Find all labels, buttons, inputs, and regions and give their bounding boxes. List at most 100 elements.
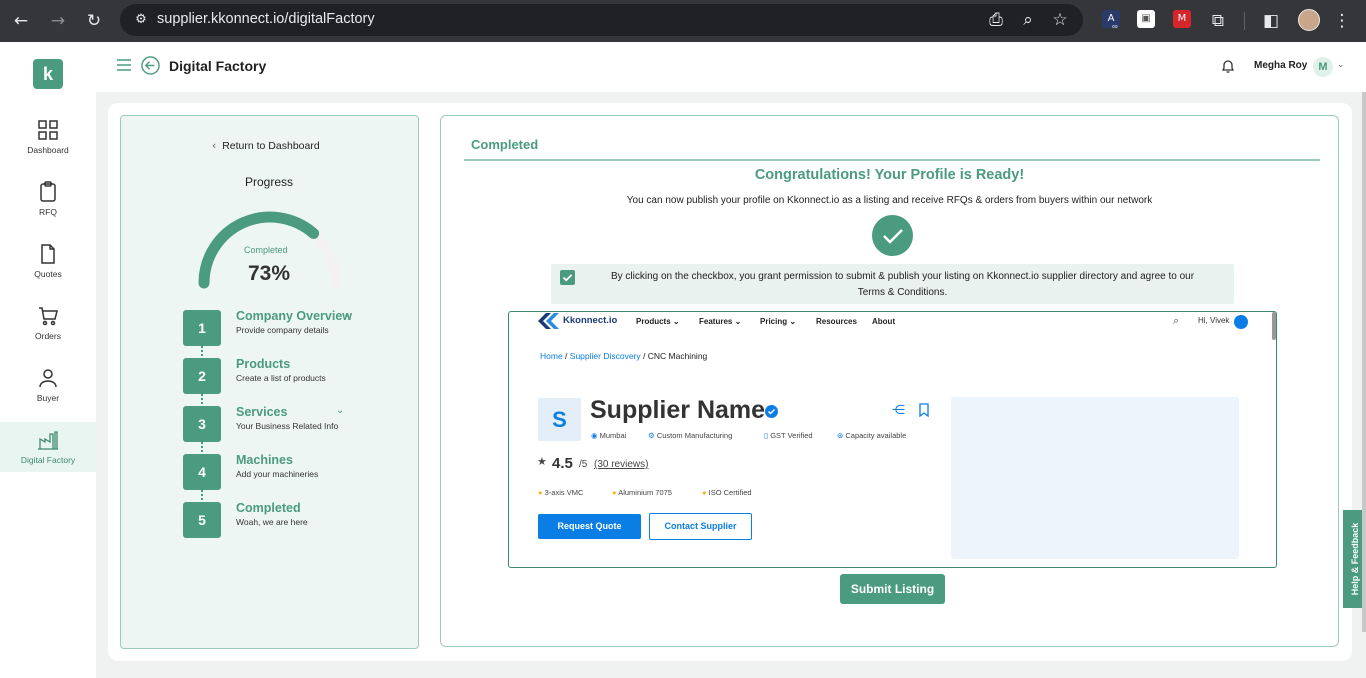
page-scrollbar[interactable] (1362, 92, 1366, 632)
sidebar-item-quotes[interactable]: Quotes (0, 242, 96, 292)
meta-text: Capacity available (845, 431, 907, 440)
step-title-company-overview[interactable]: Company Overview (236, 309, 352, 323)
address-bar[interactable]: ⚙ supplier.kkonnect.io/digitalFactory ⎙ … (120, 4, 1083, 36)
sidebar-item-label: Quotes (34, 269, 62, 279)
meta-text: Custom Manufacturing (656, 431, 733, 440)
preview-nav-products[interactable]: Products ⌄ (636, 317, 680, 326)
meta-manufacturing: ⚙ Custom Manufacturing (648, 431, 732, 440)
sidebar-item-buyer[interactable]: Buyer (0, 366, 96, 416)
breadcrumb-separator: / (562, 351, 570, 361)
preview-brand[interactable]: Kkonnect.io (563, 315, 617, 326)
forward-icon[interactable]: → (46, 9, 70, 33)
extension-badge: ∞ (1112, 22, 1118, 31)
reload-icon[interactable]: ↻ (82, 9, 106, 33)
congrats-description: You can now publish your profile on Kkon… (626, 195, 1153, 206)
gauge-label: Completed (244, 245, 288, 255)
step-subtitle: Provide company details (236, 325, 329, 335)
step-connector (201, 442, 203, 452)
profile-avatar[interactable] (1298, 9, 1320, 31)
page-title: Digital Factory (169, 58, 267, 74)
back-circle-icon[interactable] (141, 56, 160, 75)
sidebar-item-digital-factory[interactable]: Digital Factory (0, 422, 96, 472)
grid-icon (38, 120, 58, 140)
extension-puzzle-b-icon[interactable]: ▣ (1137, 10, 1155, 28)
sidebar-item-label: Digital Factory (20, 455, 76, 465)
capability-tag: ● Aluminium 7075 (612, 488, 672, 497)
chevron-down-icon[interactable]: ⌄ (343, 309, 351, 320)
step-title-machines[interactable]: Machines (236, 453, 293, 467)
terms-link[interactable]: Terms & Conditions. (575, 285, 1230, 301)
extensions-icon[interactable]: ⧉ (1206, 9, 1230, 33)
dot-icon: ● (702, 488, 709, 497)
capability-tag: ● 3-axis VMC (538, 488, 583, 497)
install-icon[interactable]: ⎙ (984, 8, 1008, 32)
preview-nav-resources[interactable]: Resources (816, 317, 857, 326)
browser-toolbar: ← → ↻ ⚙ supplier.kkonnect.io/digitalFact… (0, 0, 1366, 42)
user-name[interactable]: Megha Roy (1254, 60, 1307, 71)
request-quote-button[interactable]: Request Quote (538, 514, 641, 539)
preview-nav-pricing[interactable]: Pricing ⌄ (760, 317, 796, 326)
congrats-heading: Congratulations! Your Profile is Ready! (754, 167, 1025, 183)
gauge-percent: 73% (248, 262, 291, 285)
tag-text: 3-axis VMC (544, 488, 584, 497)
success-check-icon (872, 215, 913, 256)
step-title-products[interactable]: Products (236, 357, 290, 371)
supplier-avatar: S (538, 398, 581, 441)
hamburger-menu-icon[interactable] (116, 57, 132, 73)
contact-supplier-button[interactable]: Contact Supplier (649, 513, 752, 540)
sidebar-item-dashboard[interactable]: Dashboard (0, 118, 96, 168)
return-to-dashboard-link[interactable]: ‹ Return to Dashboard (212, 140, 320, 152)
step-title-completed[interactable]: Completed (236, 501, 301, 515)
step-number[interactable]: 2 (183, 358, 221, 394)
step-number[interactable]: 5 (183, 502, 221, 538)
submit-listing-button[interactable]: Submit Listing (840, 574, 945, 604)
preview-greeting: Hi, Vivek (1198, 316, 1230, 325)
breadcrumb-supplier-discovery[interactable]: Supplier Discovery (570, 351, 641, 361)
chevron-down-icon[interactable]: ⌄ (1337, 60, 1345, 70)
step-subtitle: Create a list of products (236, 373, 326, 383)
bookmark-icon[interactable] (918, 403, 930, 418)
consent-checkbox[interactable] (560, 270, 575, 285)
supplier-name: Supplier Name (590, 396, 766, 424)
nav-label: Pricing (760, 317, 788, 326)
breadcrumb-separator: / (640, 351, 648, 361)
star-icon: ★ (537, 456, 547, 468)
step-subtitle: Woah, we are here (236, 517, 308, 527)
step-number[interactable]: 4 (183, 454, 221, 490)
sidebar-item-label: Orders (35, 331, 61, 341)
breadcrumb-home[interactable]: Home (540, 351, 563, 361)
chevron-down-icon[interactable]: ⌄ (336, 405, 344, 416)
sidebar-item-orders[interactable]: Orders (0, 304, 96, 354)
help-feedback-label: Help & Feedback (1349, 522, 1360, 596)
chevron-left-icon: ‹ (212, 140, 217, 152)
step-connector (201, 346, 203, 356)
step-title-services[interactable]: Services (236, 405, 287, 419)
meta-text: GST Verified (770, 431, 813, 440)
step-number[interactable]: 3 (183, 406, 221, 442)
share-icon[interactable]: ⋲ (892, 403, 905, 418)
section-tab-label: Completed (471, 137, 539, 152)
section-divider (464, 159, 1320, 161)
bookmark-star-icon[interactable]: ☆ (1048, 8, 1072, 32)
preview-nav-features[interactable]: Features ⌄ (699, 317, 741, 326)
preview-nav-about[interactable]: About (872, 317, 895, 326)
preview-search-icon[interactable]: ⌕ (1173, 314, 1179, 328)
reviews-link[interactable]: (30 reviews) (594, 459, 648, 470)
site-info-icon[interactable]: ⚙ (130, 9, 152, 31)
nav-label: Products (636, 317, 671, 326)
step-number[interactable]: 1 (183, 310, 221, 346)
preview-scrollbar[interactable] (1272, 312, 1276, 340)
back-icon[interactable]: ← (9, 9, 33, 33)
clipboard-icon (40, 181, 56, 202)
nav-label: Features (699, 317, 733, 326)
kkonnect-logo[interactable]: k (33, 59, 63, 89)
sidebar-item-rfq[interactable]: RFQ (0, 180, 96, 230)
meta-gst: ▯ GST Verified (764, 431, 813, 440)
bell-icon[interactable] (1220, 58, 1236, 74)
menu-kebab-icon[interactable]: ⋮ (1330, 9, 1354, 33)
user-avatar[interactable]: M (1313, 57, 1333, 77)
extension-red-icon[interactable]: M (1173, 10, 1191, 28)
zoom-icon[interactable]: ⌕ (1016, 8, 1040, 32)
preview-user-icon[interactable] (1234, 315, 1248, 329)
side-panel-icon[interactable]: ◧ (1259, 9, 1283, 33)
